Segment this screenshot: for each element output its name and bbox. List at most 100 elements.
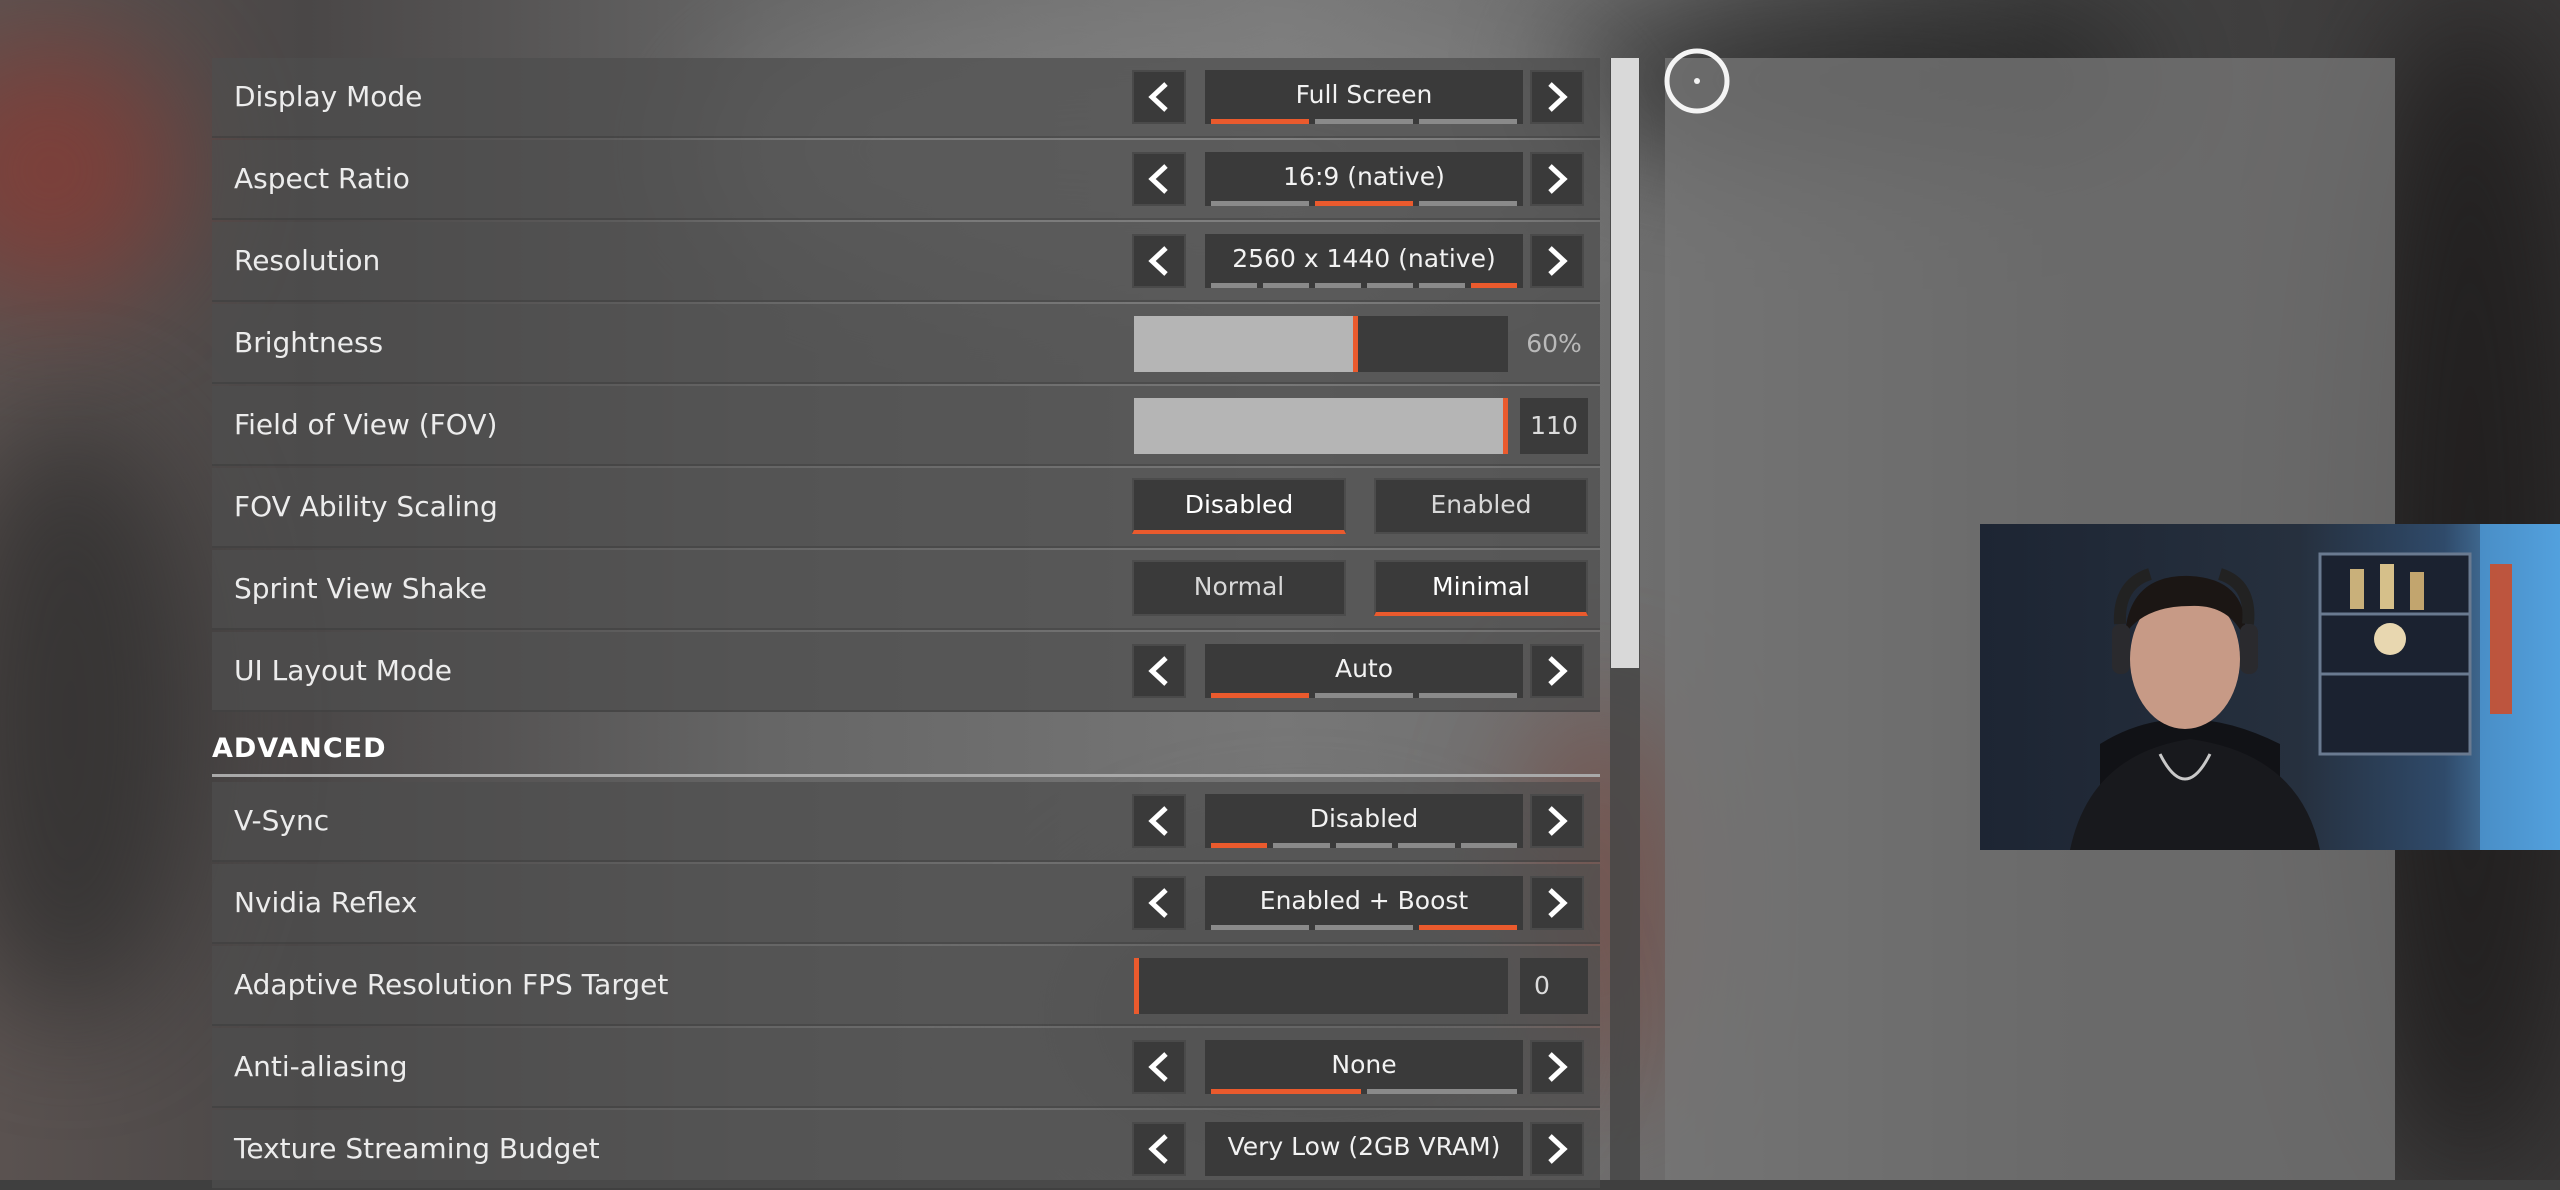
- next-option-button[interactable]: [1530, 1040, 1584, 1094]
- setting-label: Resolution: [234, 244, 381, 277]
- setting-display-mode: Display Mode Full Screen: [212, 58, 1600, 138]
- resolution-value[interactable]: 2560 x 1440 (native): [1205, 234, 1523, 288]
- setting-label: Brightness: [234, 326, 384, 359]
- chevron-right-icon: [1548, 656, 1568, 686]
- setting-vsync: V-Sync Disabled: [212, 782, 1600, 862]
- option-indicator: [1211, 1089, 1517, 1094]
- option-pip: [1419, 283, 1465, 288]
- chevron-right-icon: [1548, 888, 1568, 918]
- option-pip: [1367, 283, 1413, 288]
- option-pip: [1460, 843, 1518, 848]
- setting-adaptive-resolution-fps: Adaptive Resolution FPS Target 0: [212, 946, 1600, 1026]
- prev-option-button[interactable]: [1132, 234, 1186, 288]
- setting-label: Texture Streaming Budget: [234, 1132, 600, 1165]
- fov-scaling-disabled-button[interactable]: Disabled: [1132, 478, 1346, 534]
- prev-option-button[interactable]: [1132, 70, 1186, 124]
- option-pip: [1211, 201, 1309, 206]
- setting-label: Anti-aliasing: [234, 1050, 408, 1083]
- aspect-ratio-value[interactable]: 16:9 (native): [1205, 152, 1523, 206]
- setting-fov: Field of View (FOV) 110: [212, 386, 1600, 466]
- chevron-right-icon: [1548, 164, 1568, 194]
- slider-fill: [1134, 316, 1358, 372]
- streamer-webcam-image: [1980, 524, 2560, 850]
- prev-option-button[interactable]: [1132, 876, 1186, 930]
- fov-slider[interactable]: [1134, 398, 1508, 454]
- next-option-button[interactable]: [1530, 644, 1584, 698]
- next-option-button[interactable]: [1530, 876, 1584, 930]
- option-pip: [1211, 925, 1309, 930]
- adaptive-fps-value: 0: [1520, 958, 1588, 1014]
- chevron-left-icon: [1148, 656, 1168, 686]
- anti-aliasing-value[interactable]: None: [1205, 1040, 1523, 1094]
- next-option-button[interactable]: [1530, 794, 1584, 848]
- option-pip: [1315, 693, 1413, 698]
- setting-sprint-view-shake: Sprint View Shake Normal Minimal: [212, 550, 1600, 630]
- chevron-right-icon: [1548, 246, 1568, 276]
- next-option-button[interactable]: [1530, 1122, 1584, 1176]
- sprint-shake-minimal-button[interactable]: Minimal: [1374, 560, 1588, 616]
- display-mode-value[interactable]: Full Screen: [1205, 70, 1523, 124]
- chevron-left-icon: [1148, 164, 1168, 194]
- adaptive-fps-slider[interactable]: [1134, 958, 1508, 1014]
- option-pip: [1263, 283, 1309, 288]
- option-pip: [1367, 1089, 1517, 1094]
- option-pip: [1315, 283, 1361, 288]
- video-settings-list: Display Mode Full Screen Aspect Ratio 16…: [212, 58, 1600, 1190]
- setting-resolution: Resolution 2560 x 1440 (native): [212, 222, 1600, 302]
- texture-budget-value[interactable]: Very Low (2GB VRAM): [1205, 1122, 1523, 1176]
- chevron-left-icon: [1148, 1134, 1168, 1164]
- chevron-left-icon: [1148, 888, 1168, 918]
- option-indicator: [1211, 925, 1517, 930]
- setting-brightness: Brightness 60%: [212, 304, 1600, 384]
- chevron-right-icon: [1548, 1052, 1568, 1082]
- option-pip: [1273, 843, 1330, 848]
- setting-label: Display Mode: [234, 80, 423, 113]
- option-pip: [1315, 119, 1413, 124]
- option-pip: [1315, 201, 1413, 206]
- setting-aspect-ratio: Aspect Ratio 16:9 (native): [212, 140, 1600, 220]
- next-option-button[interactable]: [1530, 70, 1584, 124]
- slider-handle[interactable]: [1134, 958, 1139, 1014]
- setting-label: Adaptive Resolution FPS Target: [234, 968, 669, 1001]
- next-option-button[interactable]: [1530, 152, 1584, 206]
- option-pip: [1211, 1089, 1361, 1094]
- chevron-right-icon: [1548, 806, 1568, 836]
- prev-option-button[interactable]: [1132, 644, 1186, 698]
- option-indicator: [1211, 693, 1517, 698]
- option-indicator: [1211, 119, 1517, 124]
- reflex-value[interactable]: Enabled + Boost: [1205, 876, 1523, 930]
- option-pip: [1419, 693, 1517, 698]
- slider-handle[interactable]: [1503, 398, 1508, 454]
- option-pip: [1419, 925, 1517, 930]
- chevron-left-icon: [1148, 1052, 1168, 1082]
- option-pip: [1211, 283, 1257, 288]
- setting-nvidia-reflex: Nvidia Reflex Enabled + Boost: [212, 864, 1600, 944]
- setting-ui-layout-mode: UI Layout Mode Auto: [212, 632, 1600, 712]
- setting-fov-ability-scaling: FOV Ability Scaling Disabled Enabled: [212, 468, 1600, 548]
- setting-label: Nvidia Reflex: [234, 886, 418, 919]
- option-pip: [1471, 283, 1517, 288]
- option-indicator: [1211, 843, 1518, 848]
- ui-layout-value[interactable]: Auto: [1205, 644, 1523, 698]
- slider-handle[interactable]: [1353, 316, 1358, 372]
- prev-option-button[interactable]: [1132, 794, 1186, 848]
- next-option-button[interactable]: [1530, 234, 1584, 288]
- vsync-value[interactable]: Disabled: [1205, 794, 1523, 848]
- option-pip: [1335, 843, 1393, 848]
- option-indicator: [1211, 283, 1517, 288]
- chevron-left-icon: [1148, 82, 1168, 112]
- webcam-overlay: [1980, 524, 2560, 850]
- prev-option-button[interactable]: [1132, 1040, 1186, 1094]
- setting-label: V-Sync: [234, 804, 330, 837]
- fov-scaling-enabled-button[interactable]: Enabled: [1374, 478, 1588, 534]
- option-indicator: [1211, 201, 1517, 206]
- crosshair-icon: [1664, 48, 1730, 114]
- scrollbar-thumb[interactable]: [1611, 58, 1639, 668]
- setting-label: UI Layout Mode: [234, 654, 453, 687]
- option-pip: [1211, 119, 1309, 124]
- prev-option-button[interactable]: [1132, 1122, 1186, 1176]
- sprint-shake-normal-button[interactable]: Normal: [1132, 560, 1346, 616]
- chevron-left-icon: [1148, 806, 1168, 836]
- prev-option-button[interactable]: [1132, 152, 1186, 206]
- brightness-slider[interactable]: [1134, 316, 1508, 372]
